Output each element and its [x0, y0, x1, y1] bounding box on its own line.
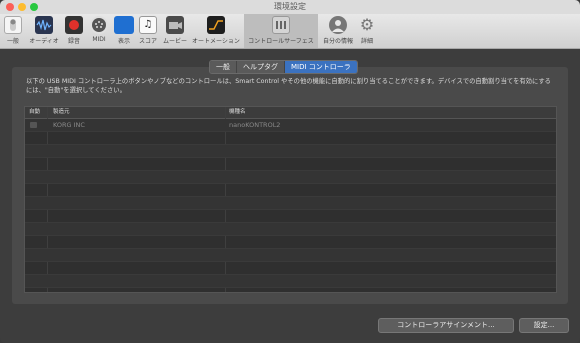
- table-row: [25, 223, 556, 236]
- table-row: [25, 184, 556, 197]
- midi-port-icon: [90, 16, 108, 34]
- toolbar-item-advanced[interactable]: ⚙ 詳細: [356, 14, 378, 48]
- movie-camera-icon: [166, 16, 184, 34]
- auto-assign-checkbox[interactable]: [30, 122, 37, 128]
- table-row: [25, 158, 556, 171]
- toolbar-item-display[interactable]: 表示: [112, 14, 136, 48]
- toolbar-item-audio[interactable]: オーディオ: [26, 14, 62, 48]
- controller-table: 自動 製造元 機種名 KORG INC nanoKONTROL2: [24, 106, 557, 293]
- window-title: 環境設定: [274, 2, 306, 11]
- title-bar: 環境設定: [0, 0, 580, 14]
- toolbar-item-movie[interactable]: ムービー: [160, 14, 190, 48]
- table-row: [25, 262, 556, 275]
- toolbar-item-my-info[interactable]: 自分の情報: [320, 14, 356, 48]
- table-row: [25, 249, 556, 262]
- table-row: [25, 132, 556, 145]
- record-icon: [65, 16, 83, 34]
- tab-help-tags[interactable]: ヘルプタグ: [237, 61, 285, 73]
- gear-icon: ⚙: [359, 15, 375, 34]
- toolbar-item-midi[interactable]: MIDI: [86, 14, 112, 48]
- model-cell: nanoKONTROL2: [229, 121, 281, 129]
- tab-general[interactable]: 一般: [210, 61, 237, 73]
- column-header-maker[interactable]: 製造元: [53, 107, 70, 118]
- maker-cell: KORG INC: [53, 121, 85, 129]
- description-text: 以下の USB MIDI コントローラ上のボタンやノブなどのコントロールは、Sm…: [26, 78, 551, 94]
- table-row: [25, 236, 556, 249]
- table-row[interactable]: KORG INC nanoKONTROL2: [25, 119, 556, 132]
- preferences-toolbar: 一般 オーディオ 録音 MIDI 表示 ♫ スコア ムービー オートメーション …: [0, 14, 580, 49]
- table-row: [25, 171, 556, 184]
- column-header-auto[interactable]: 自動: [29, 107, 40, 118]
- toolbar-item-general[interactable]: 一般: [2, 14, 24, 48]
- display-icon: [114, 16, 134, 34]
- music-note-icon: ♫: [139, 16, 157, 34]
- person-icon: [329, 16, 347, 34]
- toolbar-item-automation[interactable]: オートメーション: [190, 14, 242, 48]
- toolbar-item-record[interactable]: 録音: [62, 14, 86, 48]
- tab-midi-controllers[interactable]: MIDI コントローラ: [285, 61, 357, 73]
- waveform-icon: [35, 16, 53, 34]
- automation-curve-icon: [207, 16, 225, 34]
- table-row: [25, 275, 556, 288]
- table-row: [25, 197, 556, 210]
- toolbar-item-control-surfaces[interactable]: コントロールサーフェス: [244, 14, 318, 48]
- table-row: [25, 145, 556, 158]
- column-header-model[interactable]: 機種名: [229, 107, 246, 118]
- control-surface-icon: [272, 16, 290, 34]
- settings-button[interactable]: 設定...: [519, 318, 569, 333]
- toolbar-item-score[interactable]: ♫ スコア: [136, 14, 160, 48]
- preferences-window: 環境設定 一般 オーディオ 録音 MIDI 表示 ♫ スコア ムービー オートメ…: [0, 0, 580, 343]
- table-row: [25, 210, 556, 223]
- table-header: 自動 製造元 機種名: [25, 107, 556, 119]
- switch-icon: [4, 16, 22, 34]
- preferences-tabs: 一般 ヘルプタグ MIDI コントローラ: [209, 60, 358, 74]
- controller-assignments-button[interactable]: コントローラアサインメント...: [378, 318, 514, 333]
